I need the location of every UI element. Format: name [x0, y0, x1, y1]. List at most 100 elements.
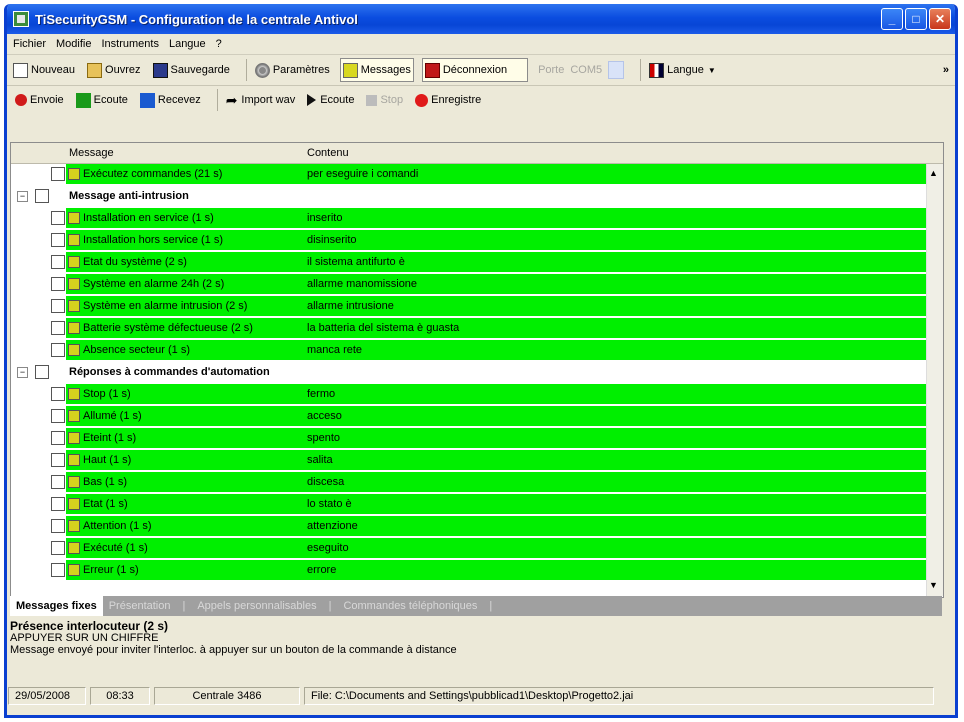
message-cell[interactable]: Allumé (1 s) — [66, 406, 306, 427]
row-checkbox[interactable] — [51, 497, 65, 511]
content-cell[interactable]: acceso — [306, 406, 926, 427]
row-checkbox[interactable] — [51, 343, 65, 357]
table-row[interactable]: Attention (1 s) attenzione — [11, 516, 926, 538]
menu-fichier[interactable]: Fichier — [13, 38, 46, 50]
content-cell[interactable]: la batteria del sistema è guasta — [306, 318, 926, 339]
message-cell[interactable]: Haut (1 s) — [66, 450, 306, 471]
message-cell[interactable]: Eteint (1 s) — [66, 428, 306, 449]
title-bar[interactable]: TiSecurityGSM - Configuration de la cent… — [7, 4, 955, 34]
message-cell[interactable]: Installation en service (1 s) — [66, 208, 306, 229]
row-checkbox[interactable] — [51, 475, 65, 489]
menu-langue[interactable]: Langue — [169, 38, 206, 50]
table-row[interactable]: Etat (1 s) lo stato è — [11, 494, 926, 516]
menu-modifie[interactable]: Modifie — [56, 38, 91, 50]
table-row[interactable]: Haut (1 s) salita — [11, 450, 926, 472]
row-checkbox[interactable] — [51, 321, 65, 335]
messages-button[interactable]: Messages — [339, 58, 414, 82]
table-row[interactable]: Installation en service (1 s) inserito — [11, 208, 926, 230]
content-cell[interactable]: attenzione — [306, 516, 926, 537]
table-row[interactable]: Bas (1 s) discesa — [11, 472, 926, 494]
row-checkbox[interactable] — [51, 453, 65, 467]
table-row[interactable]: Exécutez commandes (21 s) per eseguire i … — [11, 164, 926, 186]
content-cell[interactable]: eseguito — [306, 538, 926, 559]
scroll-down-icon[interactable]: ▼ — [929, 580, 938, 590]
message-cell[interactable]: Système en alarme 24h (2 s) — [66, 274, 306, 295]
close-button[interactable]: ✕ — [929, 8, 951, 30]
table-row[interactable]: Installation hors service (1 s) disinseri… — [11, 230, 926, 252]
language-dropdown[interactable]: Langue ▼ — [647, 59, 718, 81]
group-row[interactable]: − Réponses à commandes d'automation — [11, 362, 925, 384]
message-cell[interactable]: Etat (1 s) — [66, 494, 306, 515]
row-checkbox[interactable] — [51, 409, 65, 423]
menu-instruments[interactable]: Instruments — [101, 38, 158, 50]
row-checkbox[interactable] — [51, 299, 65, 313]
group-checkbox[interactable] — [35, 365, 49, 379]
save-button[interactable]: Sauvegarde — [151, 59, 232, 81]
table-row[interactable]: Système en alarme 24h (2 s) allarme manom… — [11, 274, 926, 296]
table-row[interactable]: Système en alarme intrusion (2 s) allarme… — [11, 296, 926, 318]
message-cell[interactable]: Bas (1 s) — [66, 472, 306, 493]
table-row[interactable]: Etat du système (2 s) il sistema antifurt… — [11, 252, 926, 274]
message-cell[interactable]: Batterie système défectueuse (2 s) — [66, 318, 306, 339]
content-cell[interactable]: errore — [306, 560, 926, 581]
row-checkbox[interactable] — [51, 541, 65, 555]
play-button[interactable]: Ecoute — [305, 89, 356, 111]
table-row[interactable]: Stop (1 s) fermo — [11, 384, 926, 406]
table-row[interactable]: Exécuté (1 s) eseguito — [11, 538, 926, 560]
message-cell[interactable]: Etat du système (2 s) — [66, 252, 306, 273]
content-cell[interactable]: disinserito — [306, 230, 926, 251]
row-checkbox[interactable] — [51, 167, 65, 181]
content-cell[interactable]: fermo — [306, 384, 926, 405]
new-button[interactable]: Nouveau — [11, 59, 77, 81]
group-row[interactable]: − Message anti-intrusion — [11, 186, 925, 208]
port-selector[interactable]: Porte COM5 — [536, 59, 626, 81]
tab-commandes[interactable]: Commandes téléphoniques — [337, 600, 483, 612]
group-checkbox[interactable] — [35, 189, 49, 203]
message-cell[interactable]: Exécuté (1 s) — [66, 538, 306, 559]
row-checkbox[interactable] — [51, 255, 65, 269]
table-row[interactable]: Eteint (1 s) spento — [11, 428, 926, 450]
scroll-up-icon[interactable]: ▲ — [929, 168, 938, 178]
tab-presentation[interactable]: Présentation — [103, 600, 177, 612]
content-cell[interactable]: salita — [306, 450, 926, 471]
import-wav-button[interactable]: ➦ Import wav — [224, 89, 298, 111]
column-header-message[interactable]: Message — [69, 147, 114, 159]
message-cell[interactable]: Erreur (1 s) — [66, 560, 306, 581]
content-cell[interactable]: per eseguire i comandi — [306, 164, 926, 185]
content-cell[interactable]: allarme intrusione — [306, 296, 926, 317]
content-cell[interactable]: inserito — [306, 208, 926, 229]
disconnect-button[interactable]: Déconnexion — [421, 58, 529, 82]
row-checkbox[interactable] — [51, 563, 65, 577]
collapse-icon[interactable]: − — [17, 367, 28, 378]
table-row[interactable]: Absence secteur (1 s) manca rete — [11, 340, 926, 362]
row-checkbox[interactable] — [51, 431, 65, 445]
minimize-button[interactable]: _ — [881, 8, 903, 30]
content-cell[interactable]: lo stato è — [306, 494, 926, 515]
table-row[interactable]: Batterie système défectueuse (2 s) la bat… — [11, 318, 926, 340]
message-cell[interactable]: Installation hors service (1 s) — [66, 230, 306, 251]
message-cell[interactable]: Absence secteur (1 s) — [66, 340, 306, 361]
stop-button[interactable]: Stop — [364, 89, 405, 111]
tab-appels[interactable]: Appels personnalisables — [191, 600, 322, 612]
row-checkbox[interactable] — [51, 519, 65, 533]
send-button[interactable]: Envoie — [13, 89, 66, 111]
table-row[interactable]: Erreur (1 s) errore — [11, 560, 926, 582]
message-cell[interactable]: Système en alarme intrusion (2 s) — [66, 296, 306, 317]
table-row[interactable]: Allumé (1 s) acceso — [11, 406, 926, 428]
content-cell[interactable]: manca rete — [306, 340, 926, 361]
message-cell[interactable]: Exécutez commandes (21 s) — [66, 164, 306, 185]
vertical-scrollbar[interactable]: ▲ ▼ — [926, 164, 943, 596]
content-cell[interactable]: spento — [306, 428, 926, 449]
listen-button[interactable]: Ecoute — [74, 89, 130, 111]
message-cell[interactable]: Attention (1 s) — [66, 516, 306, 537]
row-checkbox[interactable] — [51, 277, 65, 291]
toolbar-overflow-button[interactable]: » — [943, 64, 949, 76]
collapse-icon[interactable]: − — [17, 191, 28, 202]
content-cell[interactable]: allarme manomissione — [306, 274, 926, 295]
record-button[interactable]: Enregistre — [413, 89, 483, 111]
content-cell[interactable]: il sistema antifurto è — [306, 252, 926, 273]
message-cell[interactable]: Stop (1 s) — [66, 384, 306, 405]
row-checkbox[interactable] — [51, 387, 65, 401]
column-header-content[interactable]: Contenu — [307, 147, 349, 159]
receive-button[interactable]: Recevez — [138, 89, 203, 111]
